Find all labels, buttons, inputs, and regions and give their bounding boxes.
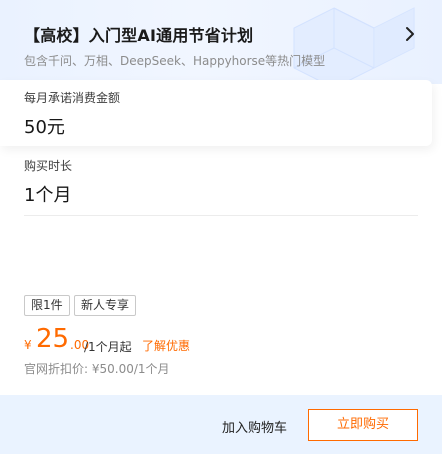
duration-label: 购买时长	[24, 159, 73, 173]
chevron-right-icon[interactable]	[400, 24, 420, 44]
divider	[24, 215, 418, 216]
duration-value[interactable]: 1个月	[24, 181, 71, 207]
currency-symbol: ¥	[24, 338, 32, 352]
add-to-cart-button[interactable]: 加入购物车	[222, 417, 287, 436]
commitment-value[interactable]: 50元	[24, 113, 65, 139]
buy-now-button[interactable]: 立即购买	[308, 409, 418, 441]
new-user-tag: 新人专享	[74, 295, 137, 316]
original-price: 官网折扣价: ¥50.00/1个月	[24, 362, 170, 376]
plan-card: 【高校】入门型AI通用节省计划 包含千问、万相、DeepSeek、Happyho…	[0, 0, 442, 454]
plan-header[interactable]: 【高校】入门型AI通用节省计划 包含千问、万相、DeepSeek、Happyho…	[0, 0, 442, 84]
plan-subtitle: 包含千问、万相、DeepSeek、Happyhorse等热门模型	[24, 54, 326, 68]
discount-info-link[interactable]: 了解优惠	[142, 337, 190, 354]
commitment-label: 每月承诺消费金额	[24, 91, 121, 105]
limit-tag: 限1件	[24, 295, 70, 316]
plan-title: 【高校】入门型AI通用节省计划	[24, 26, 254, 45]
action-footer: 加入购物车 立即购买	[0, 395, 442, 454]
price-integer: 25	[36, 324, 70, 354]
price-unit: /1个月起	[84, 340, 132, 354]
